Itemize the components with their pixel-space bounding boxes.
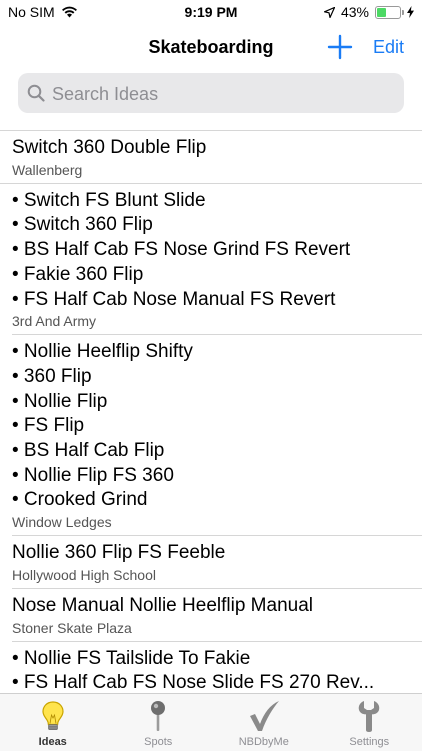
tab-ideas[interactable]: Ideas — [0, 694, 106, 751]
battery-tip — [402, 10, 404, 15]
plus-icon — [327, 34, 353, 60]
add-idea-button[interactable] — [327, 34, 353, 60]
search-icon — [27, 84, 45, 102]
tab-nbdbyme[interactable]: NBDbyMe — [211, 694, 317, 751]
trick-name: • Fakie 360 Flip — [12, 263, 422, 288]
trick-name: • Nollie FS Tailslide To Fakie — [12, 647, 422, 672]
trick-name: • Nollie Flip — [12, 390, 422, 415]
spot-name: Wallenberg — [12, 161, 422, 179]
map-pin-icon — [141, 699, 175, 733]
trick-name: • BS Half Cab FS Nose Grind FS Revert — [12, 238, 422, 263]
trick-name: • Nollie Flip FS 360 — [12, 464, 422, 489]
lightbulb-icon — [36, 699, 70, 733]
status-bar: No SIM 9:19 PM 43% — [0, 0, 422, 24]
battery-icon — [375, 6, 401, 19]
idea-row[interactable]: • Nollie FS Tailslide To Fakie• FS Half … — [12, 642, 422, 694]
tab-spots-label: Spots — [106, 736, 212, 748]
page-title: Skateboarding — [0, 37, 422, 58]
tab-ideas-label: Ideas — [0, 736, 106, 748]
trick-name: • Switch 360 Flip — [12, 213, 422, 238]
trick-name: • BS Half Cab Flip — [12, 439, 422, 464]
trick-name: • 360 Flip — [12, 365, 422, 390]
spot-name: 3rd And Army — [12, 312, 422, 330]
tab-settings[interactable]: Settings — [317, 694, 422, 751]
trick-name: • Nollie Heelflip Shifty — [12, 340, 422, 365]
idea-row[interactable]: Nollie 360 Flip FS FeebleHollywood High … — [12, 536, 422, 589]
trick-name: • FS Half Cab Nose Manual FS Revert — [12, 288, 422, 313]
wrench-icon — [352, 699, 386, 733]
battery-level — [377, 8, 386, 17]
trick-name: Nollie 360 Flip FS Feeble — [12, 541, 422, 566]
spot-name: Hollywood High School — [12, 566, 422, 584]
search-input[interactable] — [50, 73, 394, 115]
charging-bolt-icon — [407, 6, 414, 18]
trick-name: Switch 360 Double Flip — [12, 136, 422, 161]
idea-row[interactable]: • Switch FS Blunt Slide• Switch 360 Flip… — [12, 184, 422, 336]
spot-name: Window Ledges — [12, 513, 422, 531]
idea-row[interactable]: Switch 360 Double FlipWallenberg — [0, 131, 422, 184]
battery-percent: 43% — [341, 4, 369, 20]
trick-name: • Crooked Grind — [12, 488, 422, 513]
search-bar[interactable] — [18, 73, 404, 113]
trick-name: • FS Flip — [12, 414, 422, 439]
checkmark-icon — [247, 699, 281, 733]
edit-button[interactable]: Edit — [373, 37, 404, 58]
tab-nbdbyme-label: NBDbyMe — [211, 736, 317, 748]
ideas-list[interactable]: Switch 360 Double FlipWallenberg• Switch… — [0, 130, 422, 694]
idea-row[interactable]: • Nollie Heelflip Shifty• 360 Flip• Noll… — [12, 335, 422, 536]
trick-name: • FS Half Cab FS Nose Slide FS 270 Rev..… — [12, 671, 422, 694]
tab-settings-label: Settings — [317, 736, 422, 748]
tab-bar: Ideas Spots NBDbyMe Settings — [0, 693, 422, 751]
location-arrow-icon — [324, 7, 335, 18]
trick-name: • Switch FS Blunt Slide — [12, 189, 422, 214]
idea-row[interactable]: Nose Manual Nollie Heelflip ManualStoner… — [12, 589, 422, 642]
navigation-bar: Skateboarding Edit — [0, 28, 422, 68]
trick-name: Nose Manual Nollie Heelflip Manual — [12, 594, 422, 619]
spot-name: Stoner Skate Plaza — [12, 619, 422, 637]
tab-spots[interactable]: Spots — [106, 694, 212, 751]
status-right: 43% — [324, 4, 414, 20]
